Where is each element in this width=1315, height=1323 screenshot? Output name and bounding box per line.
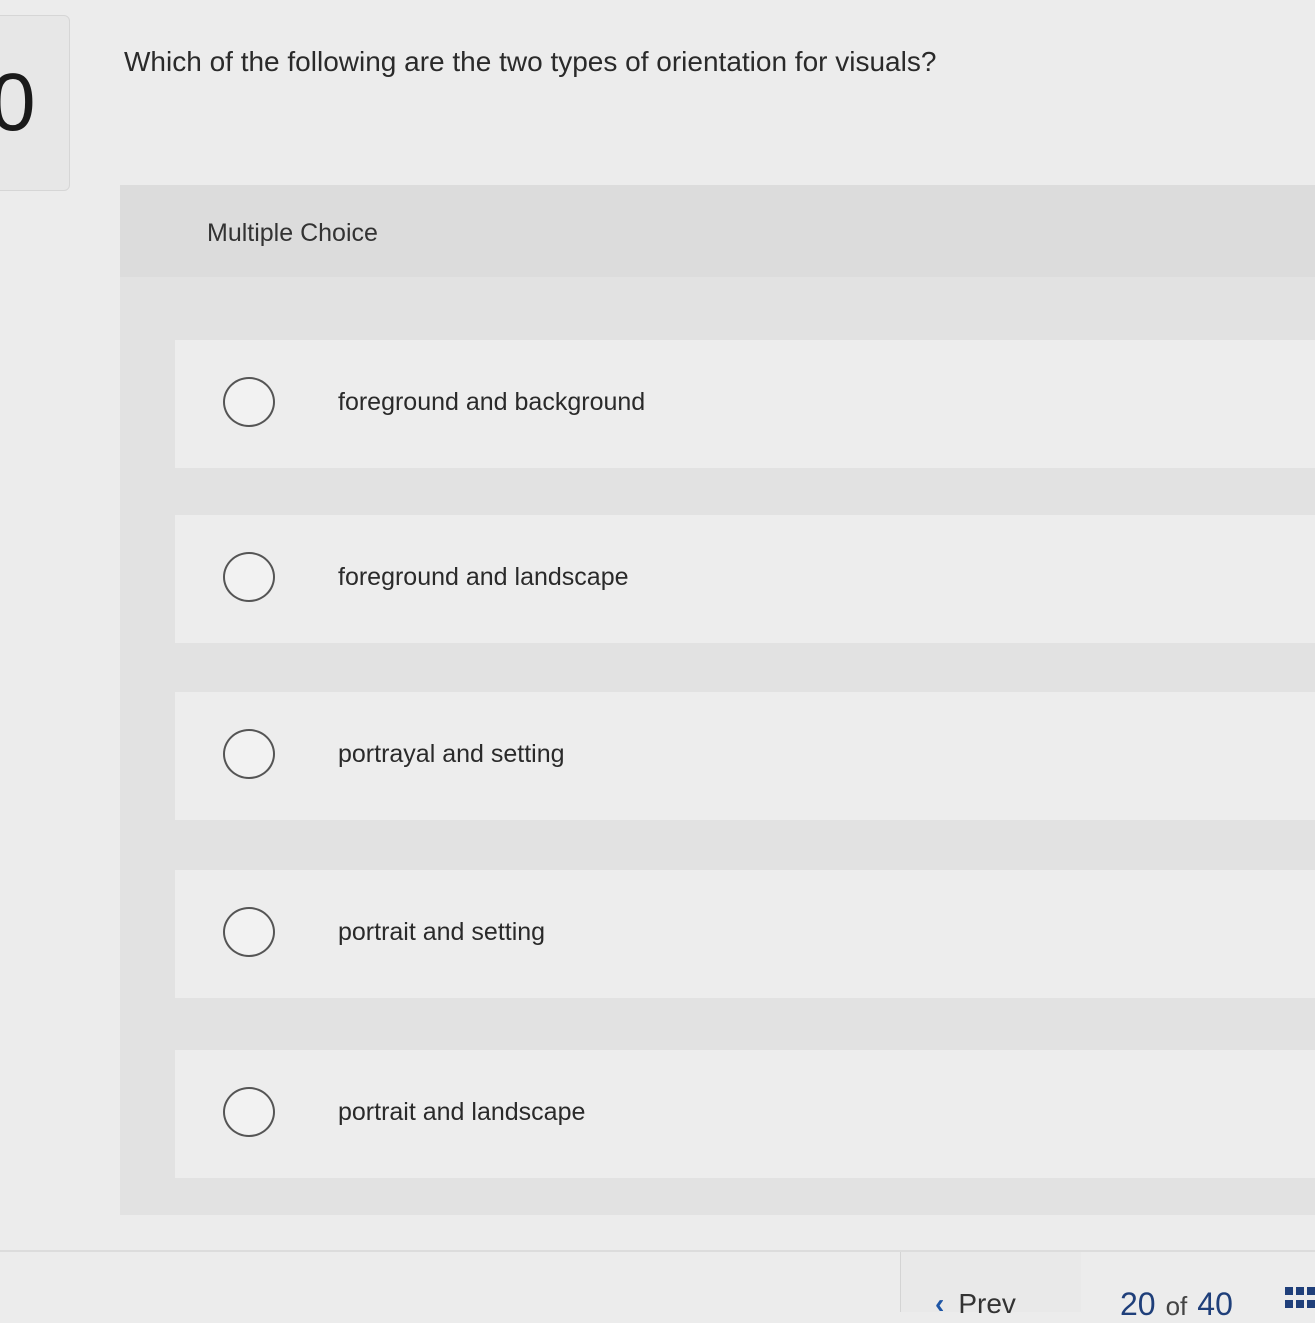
choice-option-5[interactable]: portrait and landscape: [175, 1050, 1315, 1178]
chevron-left-icon: ‹: [935, 1288, 945, 1319]
of-label: of: [1165, 1291, 1188, 1321]
question-number: 0: [0, 57, 36, 148]
choice-label: portrayal and setting: [338, 740, 565, 768]
choice-option-3[interactable]: portrayal and setting: [175, 692, 1315, 820]
radio-button[interactable]: [223, 907, 275, 957]
multiple-choice-panel: Multiple Choice foreground and backgroun…: [120, 185, 1315, 1215]
question-type-label: Multiple Choice: [207, 219, 378, 247]
radio-button[interactable]: [223, 729, 275, 779]
prev-button[interactable]: ‹ Prev: [935, 1288, 1016, 1320]
radio-button[interactable]: [223, 552, 275, 602]
choice-label: portrait and setting: [338, 918, 546, 946]
page-indicator[interactable]: 20 of 40: [1120, 1286, 1233, 1323]
question-text: Which of the following are the two types…: [124, 46, 937, 77]
footer-divider: [0, 1250, 1315, 1252]
choice-option-4[interactable]: portrait and setting: [175, 870, 1315, 998]
radio-button[interactable]: [223, 377, 275, 427]
grid-icon[interactable]: [1285, 1287, 1315, 1310]
choice-label: portrait and landscape: [338, 1098, 586, 1126]
choice-option-1[interactable]: foreground and background: [175, 340, 1315, 468]
current-page: 20: [1120, 1286, 1156, 1322]
choice-label: foreground and landscape: [338, 563, 629, 591]
panel-header: Multiple Choice: [120, 185, 1315, 277]
choice-label: foreground and background: [338, 388, 646, 416]
total-pages: 40: [1197, 1286, 1233, 1322]
prev-label: Prev: [958, 1288, 1016, 1319]
radio-button[interactable]: [223, 1087, 275, 1137]
choice-option-2[interactable]: foreground and landscape: [175, 515, 1315, 643]
